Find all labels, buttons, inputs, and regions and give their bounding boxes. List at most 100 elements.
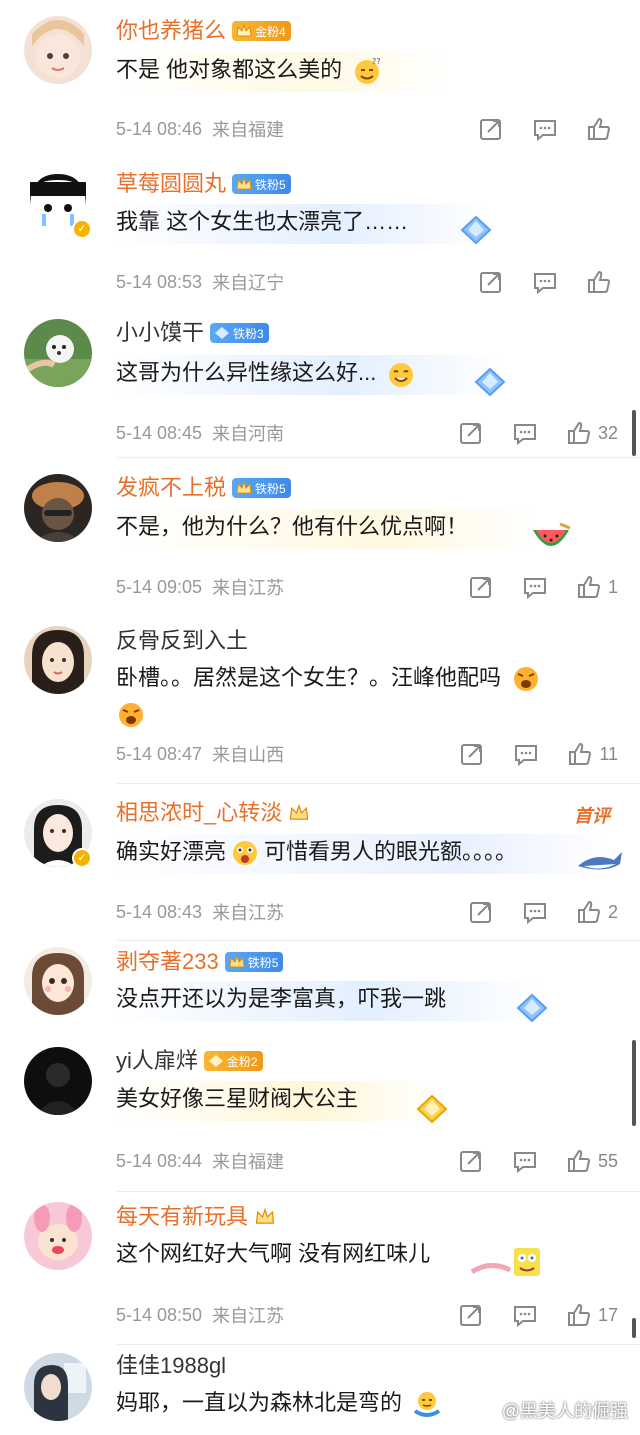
comment-body: 卧槽。。居然是这个女生？。汪峰他配吗 — [116, 665, 502, 690]
username[interactable]: 剥夺著233 — [116, 947, 219, 977]
avatar[interactable] — [24, 16, 92, 84]
reply-button[interactable] — [513, 741, 539, 767]
share-button[interactable] — [458, 1148, 484, 1174]
avatar[interactable] — [24, 1202, 92, 1270]
comment-item: 小小馍干 铁粉3 这哥为什么异性缘这么好... 5-14 08:45 来自河南 … — [0, 305, 640, 455]
comment-icon — [513, 1152, 536, 1174]
reply-button[interactable] — [512, 420, 538, 446]
avatar[interactable] — [24, 626, 92, 694]
comment-meta: 5-14 08:47 来自山西 — [116, 739, 284, 769]
reply-button[interactable] — [512, 1302, 538, 1328]
comment-meta: 5-14 08:45 来自河南 — [116, 418, 284, 448]
thumbs-up-icon — [577, 900, 600, 923]
share-button[interactable] — [478, 269, 504, 295]
comment-text: 不是 他对象都这么美的 ?? — [110, 52, 616, 92]
like-count: 11 — [599, 743, 618, 764]
username[interactable]: 你也养猪么 — [116, 16, 226, 46]
comment-body: 确实好漂亮 — [116, 839, 227, 864]
like-button[interactable]: 32 — [566, 420, 618, 446]
like-button[interactable]: 17 — [566, 1302, 618, 1328]
reply-button[interactable] — [532, 269, 558, 295]
comment-text: 卧槽。。居然是这个女生？。汪峰他配吗 — [116, 660, 616, 696]
comment-actions: 2 — [468, 896, 618, 928]
avatar[interactable] — [24, 1353, 92, 1421]
share-button[interactable] — [468, 899, 494, 925]
username[interactable]: 草莓圆圆丸 — [116, 169, 226, 199]
scrollbar[interactable] — [632, 410, 636, 456]
like-button[interactable] — [586, 269, 618, 295]
comment-item: 每天有新玩具 这个网红好大气啊 没有网红味儿 5-14 08:50 来自江苏 1… — [0, 1192, 640, 1344]
watermark: @黑美人的倔强 — [502, 1397, 628, 1423]
username[interactable]: 佳佳1988gl — [116, 1351, 226, 1381]
crown-icon — [235, 176, 253, 192]
comment-body: 这哥为什么异性缘这么好... — [116, 360, 377, 385]
share-icon — [469, 577, 491, 598]
comment-meta: 5-14 08:50 来自江苏 — [116, 1300, 284, 1330]
avatar[interactable] — [24, 947, 92, 1015]
fan-badge: 铁粉5 — [232, 174, 291, 194]
username[interactable]: 反骨反到入土 — [116, 626, 248, 656]
comment-text: 美女好像三星财阀大公主 — [110, 1081, 616, 1121]
reply-button[interactable] — [522, 574, 548, 600]
comment-actions: 1 — [468, 571, 618, 603]
fan-badge: 铁粉5 — [224, 952, 284, 972]
timestamp: 5-14 08:53 — [116, 271, 203, 292]
crown-icon — [235, 480, 253, 496]
share-button[interactable] — [468, 574, 494, 600]
like-button[interactable] — [586, 116, 618, 142]
like-button[interactable]: 55 — [566, 1148, 618, 1174]
location: 来自福建 — [212, 120, 285, 140]
comment-body: 美女好像三星财阀大公主 — [116, 1086, 359, 1111]
comment-body: 不是，他为什么？他有什么优点啊！ — [116, 514, 469, 539]
thumbs-up-icon — [567, 1303, 590, 1326]
fan-badge: 金粉4 — [232, 21, 291, 41]
username[interactable]: 相思浓时_心转淡 — [116, 798, 282, 828]
like-button[interactable]: 11 — [567, 741, 618, 767]
comment-actions: 11 — [459, 738, 618, 770]
like-button[interactable]: 2 — [576, 899, 618, 925]
location: 来自辽宁 — [212, 273, 285, 293]
share-button[interactable] — [458, 1302, 484, 1328]
thumbs-up-icon — [588, 117, 611, 140]
comment-meta: 5-14 08:53 来自辽宁 — [116, 267, 284, 297]
scrollbar[interactable] — [632, 1040, 636, 1126]
reply-button[interactable] — [532, 116, 558, 142]
share-button[interactable] — [478, 116, 504, 142]
avatar[interactable] — [24, 474, 92, 542]
comment-actions — [478, 113, 618, 145]
timestamp: 5-14 08:46 — [116, 118, 203, 139]
thumbs-up-icon — [569, 742, 592, 765]
verified-badge-icon: ✓ — [72, 848, 92, 868]
avatar[interactable] — [24, 319, 92, 387]
badge-label: 铁粉5 — [247, 955, 279, 970]
crown-icon — [235, 23, 253, 39]
comment-actions: 17 — [458, 1299, 618, 1331]
comment-meta: 5-14 08:46 来自福建 — [116, 114, 284, 144]
reply-button[interactable] — [512, 1148, 538, 1174]
reply-button[interactable] — [522, 899, 548, 925]
timestamp: 5-14 08:50 — [116, 1304, 203, 1325]
comment-item: ✓ 相思浓时_心转淡 首评 确实好漂亮 可惜看男人的眼光额。。。。 5-14 08… — [0, 784, 640, 940]
verified-badge-icon: ✓ — [72, 219, 92, 239]
like-button[interactable]: 1 — [576, 574, 618, 600]
diamond-badge-icon — [207, 1053, 225, 1069]
share-button[interactable] — [458, 420, 484, 446]
location: 来自江苏 — [212, 578, 285, 598]
comment-icon — [513, 424, 536, 446]
location: 来自江苏 — [212, 1306, 285, 1326]
like-count: 55 — [597, 1150, 618, 1171]
diamond-sticker-icon — [474, 367, 506, 397]
scrollbar[interactable] — [632, 1318, 636, 1338]
thumbs-up-icon — [588, 270, 611, 293]
username[interactable]: 每天有新玩具 — [116, 1202, 248, 1232]
username[interactable]: 发疯不上税 — [116, 473, 226, 503]
comment-body: 妈耶，一直以为森林北是弯的 — [116, 1390, 403, 1415]
timestamp: 5-14 08:47 — [116, 743, 203, 764]
username[interactable]: yi人扉烊 — [116, 1046, 198, 1076]
comment-meta: 5-14 09:05 来自江苏 — [116, 572, 284, 602]
avatar[interactable] — [24, 1047, 92, 1115]
username[interactable]: 小小馍干 — [116, 318, 204, 348]
diamond-sticker-icon — [460, 215, 492, 245]
thumbs-up-icon — [577, 575, 600, 598]
share-button[interactable] — [459, 741, 485, 767]
